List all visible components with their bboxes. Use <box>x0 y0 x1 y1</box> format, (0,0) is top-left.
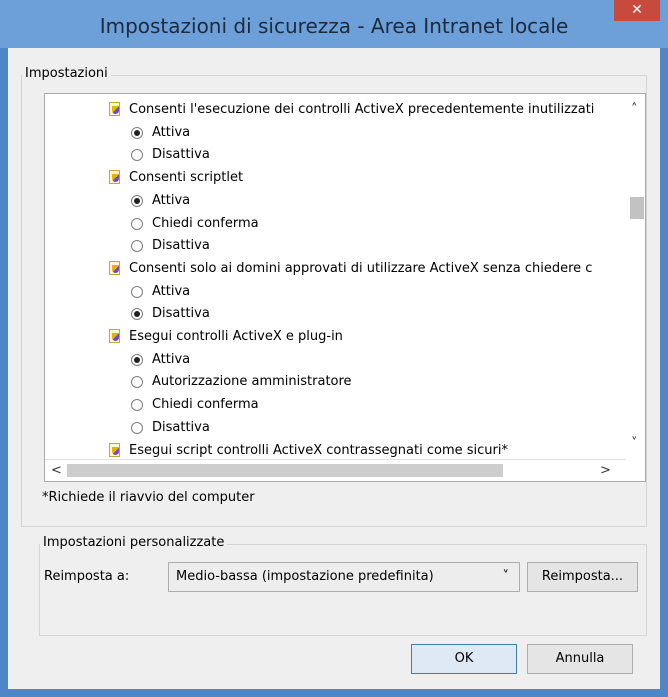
cancel-button-label: Annulla <box>555 651 605 666</box>
setting-option[interactable]: Disattiva <box>45 145 626 167</box>
setting-option-label: Chiedi conferma <box>152 397 259 413</box>
setting-option-label: Chiedi conferma <box>152 215 259 231</box>
radio-checked-icon[interactable] <box>131 353 143 366</box>
setting-option[interactable]: Chiedi conferma <box>45 395 626 417</box>
radio-unchecked-icon[interactable] <box>131 217 143 230</box>
close-icon: ✕ <box>631 2 643 18</box>
settings-list[interactable]: Consenti l'esecuzione dei controlli Acti… <box>44 93 646 482</box>
reset-button-label: Reimposta... <box>541 569 624 584</box>
vertical-scrollbar[interactable] <box>626 94 645 458</box>
setting-option-label: Attiva <box>152 192 191 208</box>
setting-option[interactable]: Attiva <box>45 191 626 213</box>
setting-category[interactable]: Esegui controlli ActiveX e plug-in <box>45 327 626 349</box>
radio-unchecked-icon[interactable] <box>131 285 143 298</box>
dialog-window: Impostazioni di sicurezza - Area Intrane… <box>0 0 668 697</box>
radio-unchecked-icon[interactable] <box>131 421 143 434</box>
security-setting-icon <box>109 102 122 117</box>
restart-footnote: *Richiede il riavvio del computer <box>42 490 255 505</box>
scroll-down-icon[interactable]: ˅ <box>631 436 638 451</box>
setting-option[interactable]: Attiva <box>45 282 626 304</box>
security-setting-icon <box>109 170 122 185</box>
radio-unchecked-icon[interactable] <box>131 240 143 253</box>
setting-category-label: Consenti l'esecuzione dei controlli Acti… <box>129 102 595 117</box>
setting-category[interactable]: Consenti solo ai domini approvati di uti… <box>45 259 626 281</box>
security-setting-icon <box>109 442 122 458</box>
scroll-up-icon[interactable]: ˄ <box>631 102 638 117</box>
radio-unchecked-icon[interactable] <box>131 376 143 389</box>
reset-to-label: Reimposta a: <box>44 569 130 584</box>
horizontal-scrollbar[interactable]: < > <box>45 459 626 481</box>
chevron-down-icon: ˅ <box>502 569 510 584</box>
radio-unchecked-icon[interactable] <box>131 149 143 162</box>
close-button[interactable]: ✕ <box>614 0 660 21</box>
security-setting-icon <box>109 260 122 276</box>
ok-button-label: OK <box>454 651 474 666</box>
title-bar[interactable]: Impostazioni di sicurezza - Area Intrane… <box>0 0 668 48</box>
dialog-body: Impostazioni Consenti l'esecuzione dei c… <box>8 48 660 689</box>
setting-category-label: Consenti scriptlet <box>129 170 244 186</box>
window-title: Impostazioni di sicurezza - Area Intrane… <box>99 14 569 38</box>
setting-option[interactable]: Disattiva <box>45 418 626 440</box>
radio-unchecked-icon[interactable] <box>131 399 143 412</box>
reset-button[interactable]: Reimposta... <box>527 562 638 592</box>
security-level-dropdown[interactable]: Medio-bassa (impostazione predefinita) ˅ <box>168 562 520 592</box>
setting-category-label: Consenti solo ai domini approvati di uti… <box>129 260 593 276</box>
security-level-value: Medio-bassa (impostazione predefinita) <box>176 569 434 584</box>
setting-category-label: Esegui script controlli ActiveX contrass… <box>129 442 508 458</box>
ok-button[interactable]: OK <box>411 644 517 674</box>
setting-category[interactable]: Consenti scriptlet <box>45 168 626 190</box>
settings-group-label: Impostazioni <box>22 66 111 81</box>
setting-option-label: Attiva <box>152 124 191 140</box>
vertical-scroll-thumb[interactable] <box>630 197 644 219</box>
scroll-right-icon[interactable]: > <box>600 463 611 478</box>
setting-option-label: Disattiva <box>152 419 210 435</box>
setting-option[interactable]: Attiva <box>45 350 626 372</box>
setting-category-label: Esegui controlli ActiveX e plug-in <box>129 329 343 344</box>
cancel-button[interactable]: Annulla <box>527 644 633 674</box>
setting-option[interactable]: Autorizzazione amministratore <box>45 372 626 394</box>
radio-checked-icon[interactable] <box>131 126 143 139</box>
security-setting-icon <box>109 329 122 344</box>
radio-checked-icon[interactable] <box>131 194 143 207</box>
setting-option-label: Attiva <box>152 283 191 299</box>
setting-option[interactable]: Attiva <box>45 123 626 145</box>
setting-option-label: Autorizzazione amministratore <box>152 374 352 390</box>
setting-option[interactable]: Disattiva <box>45 236 626 258</box>
setting-option-label: Attiva <box>152 351 191 367</box>
setting-option[interactable]: Disattiva <box>45 304 626 326</box>
horizontal-scroll-thumb[interactable] <box>67 464 503 477</box>
setting-option-label: Disattiva <box>152 306 210 322</box>
custom-settings-group-label: Impostazioni personalizzate <box>40 535 228 550</box>
setting-option-label: Disattiva <box>152 238 210 254</box>
radio-checked-icon[interactable] <box>131 308 143 321</box>
scroll-left-icon[interactable]: < <box>51 463 62 478</box>
setting-option-label: Disattiva <box>152 147 210 163</box>
setting-category[interactable]: Consenti l'esecuzione dei controlli Acti… <box>45 100 626 122</box>
setting-option[interactable]: Chiedi conferma <box>45 214 626 236</box>
